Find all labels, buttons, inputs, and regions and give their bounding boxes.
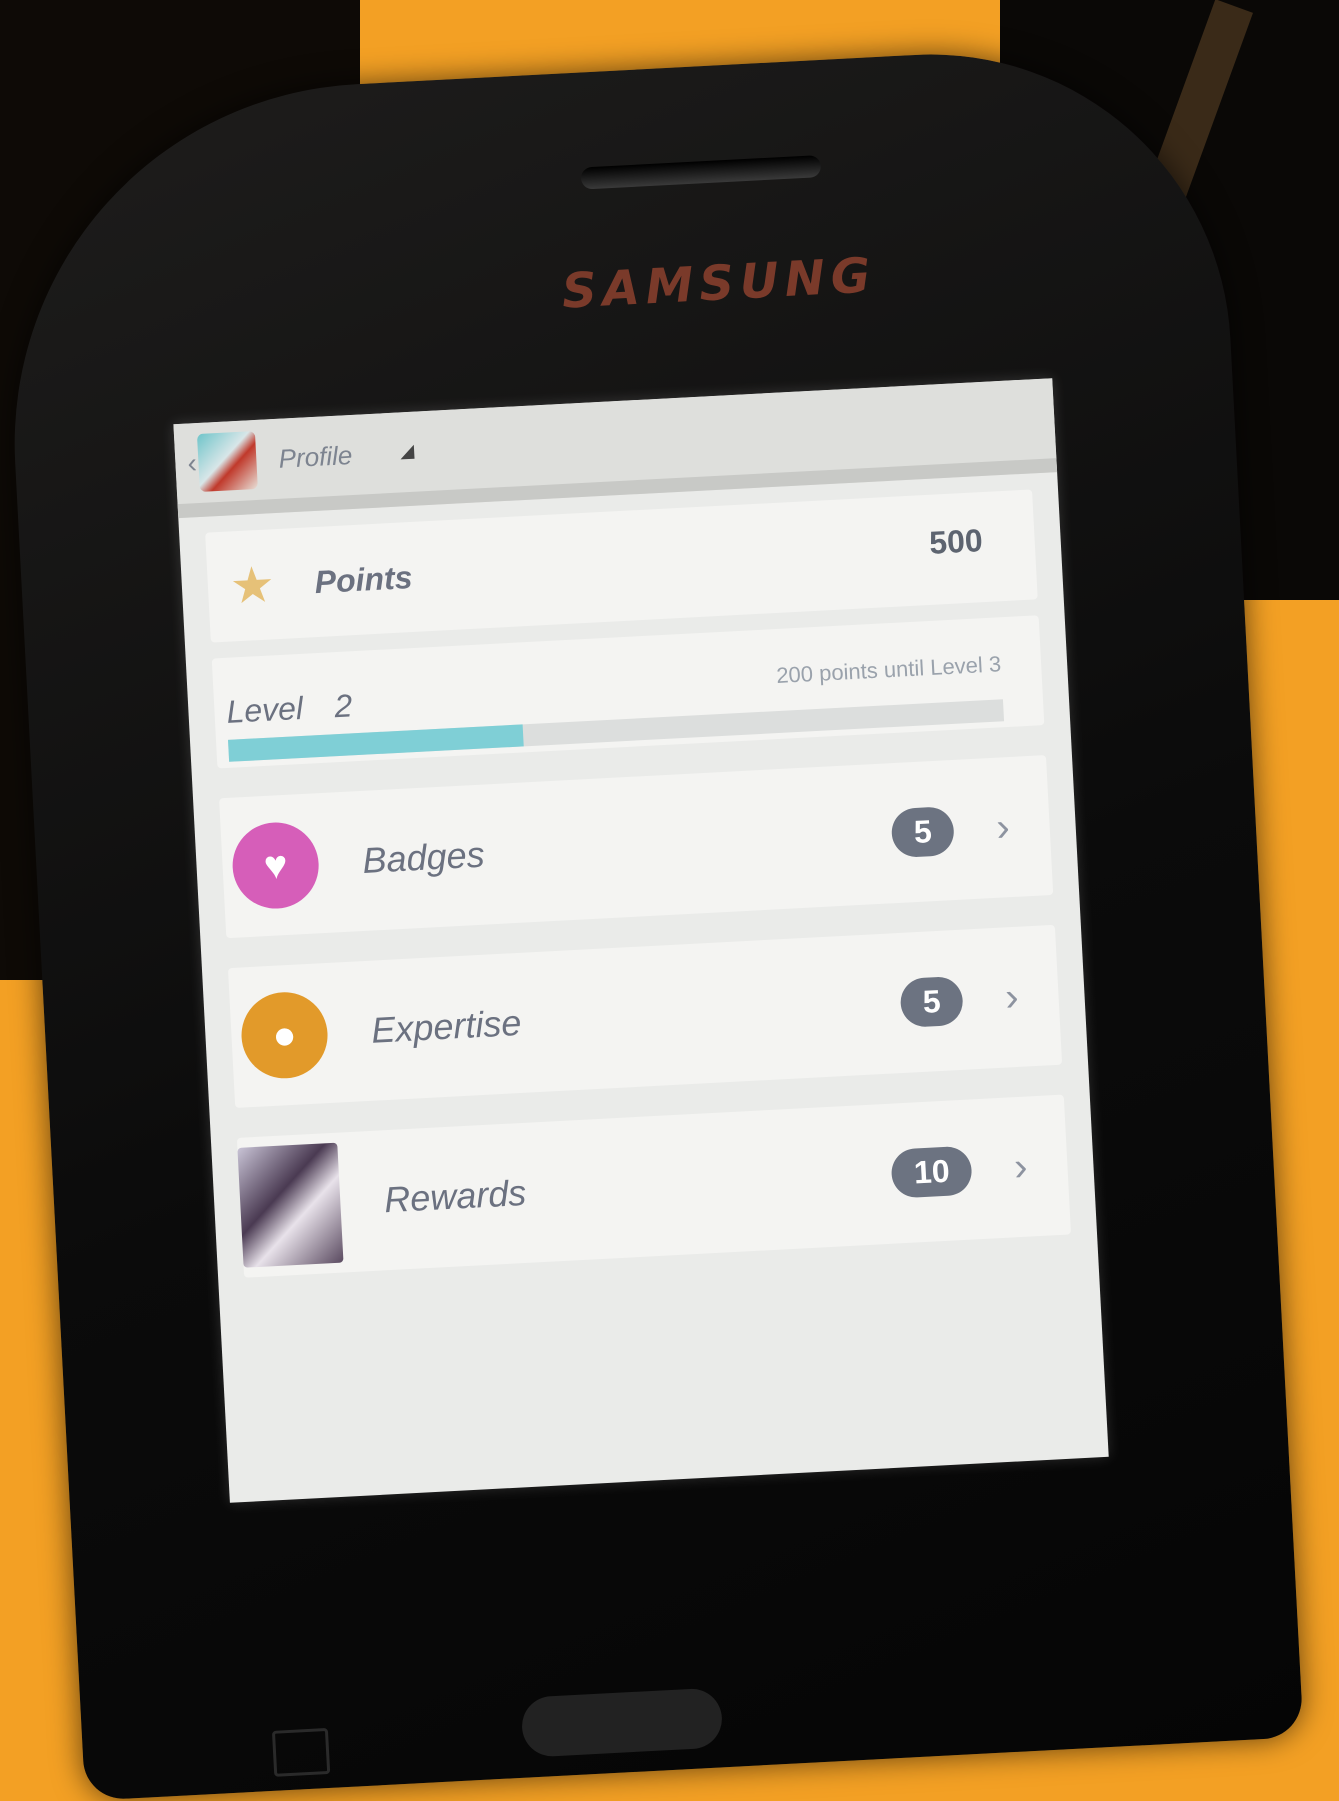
count-badge: 5 [899,975,964,1028]
level-label: Level [225,689,304,730]
list-item-label: Badges [361,833,486,881]
level-number: 2 [333,687,354,725]
level-card: Level 2 200 points until Level 3 [211,615,1045,769]
list-item-rewards[interactable]: Rewards 10 › [236,1094,1072,1278]
chevron-right-icon: › [1012,1144,1029,1189]
app-logo-icon[interactable] [197,430,259,492]
menu-key[interactable] [271,1727,331,1777]
phone-body: SAMSUNG ‹ Profile ★ Points 500 Level 2 2… [0,39,1304,1801]
home-button[interactable] [520,1687,724,1758]
level-progress-fill [227,724,524,762]
brand-logo: SAMSUNG [560,247,878,320]
list-item-label: Expertise [370,1001,523,1051]
speech-bubble-icon: ● [239,990,330,1081]
dropdown-caret-icon[interactable] [399,444,415,460]
star-icon: ★ [228,556,277,615]
count-badge: 5 [890,805,955,858]
points-label: Points [313,558,414,600]
back-icon[interactable]: ‹ [187,447,198,479]
app-bar-title[interactable]: Profile [278,439,353,474]
points-value: 500 [928,522,984,561]
level-until-text: 200 points until Level 3 [775,651,1002,689]
rewards-photo-icon [237,1142,344,1268]
chevron-right-icon: › [1004,974,1020,1019]
heart-icon: ♥ [230,820,321,911]
chevron-right-icon: › [995,804,1011,850]
list-item-badges[interactable]: ♥ Badges 5 › [219,755,1054,939]
list-item-label: Rewards [383,1171,528,1221]
points-card: ★ Points 500 [205,489,1038,643]
count-badge: 10 [890,1145,973,1199]
list-item-expertise[interactable]: ● Expertise 5 › [227,924,1063,1108]
phone-screen: ‹ Profile ★ Points 500 Level 2 200 point… [173,378,1109,1503]
earpiece-speaker [580,155,822,190]
